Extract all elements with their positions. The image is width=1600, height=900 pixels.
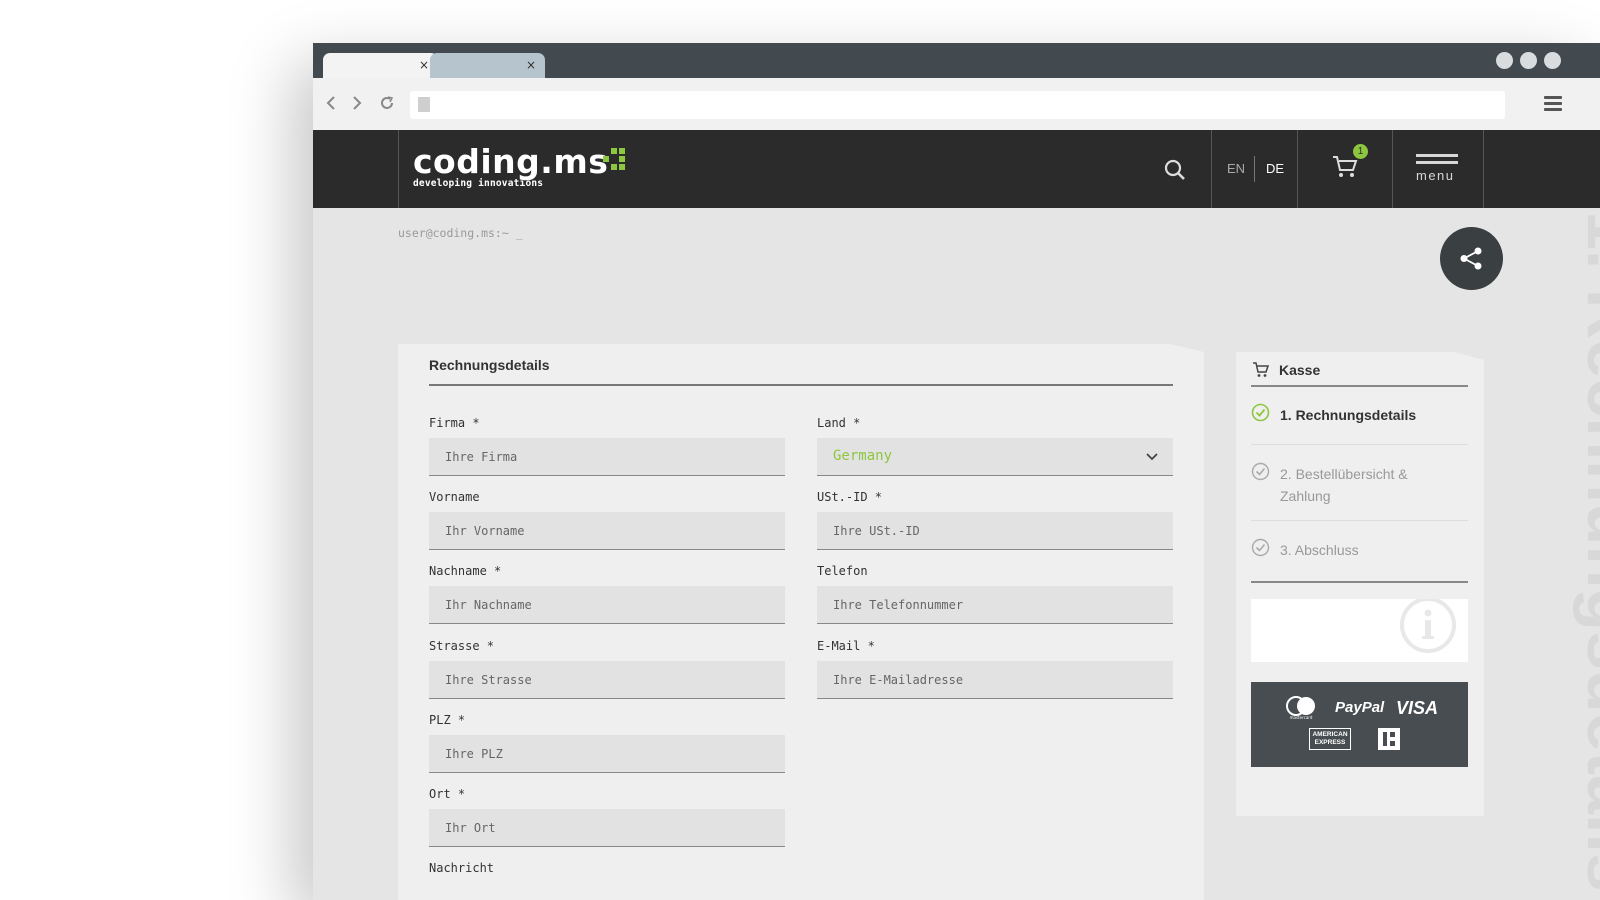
street-label: Strasse *	[429, 639, 495, 653]
company-input[interactable]	[429, 438, 785, 476]
info-icon	[1400, 599, 1456, 653]
phone-label: Telefon	[817, 564, 868, 578]
reload-icon[interactable]	[378, 94, 396, 112]
city-label: Ort *	[429, 787, 466, 801]
cart-icon[interactable]	[1331, 154, 1359, 180]
mastercard-logo: mastercard	[1286, 696, 1315, 720]
background-step-text: 1. Rechnungsdetails	[1573, 211, 1600, 892]
street-field: Strasse *	[429, 639, 785, 699]
company-field: Firma *	[429, 416, 785, 476]
checkout-title: Kasse	[1279, 362, 1321, 378]
phone-field: Telefon	[817, 564, 1173, 624]
browser-window: × × coding.ms developing innovations EN …	[313, 43, 1600, 900]
svg-text:mastercard: mastercard	[1290, 715, 1313, 720]
tab-close-icon[interactable]: ×	[419, 57, 429, 73]
message-field: Nachricht	[429, 861, 785, 877]
logo-text: coding.ms	[413, 142, 609, 181]
city-field: Ort *	[429, 787, 785, 847]
language-de-link[interactable]: DE	[1266, 161, 1284, 176]
terminal-prompt: user@coding.ms:~ _	[398, 226, 523, 240]
language-en-link[interactable]: EN	[1227, 161, 1245, 176]
lastname-input[interactable]	[429, 586, 785, 624]
forward-arrow-icon[interactable]	[348, 94, 366, 112]
checkout-step-label: 1. Rechnungsdetails	[1280, 407, 1417, 423]
zip-input[interactable]	[429, 735, 785, 773]
logo[interactable]: coding.ms developing innovations	[413, 142, 625, 189]
browser-tab[interactable]: ×	[430, 53, 545, 78]
check-circle-icon	[1251, 403, 1270, 422]
chevron-down-icon	[1146, 453, 1158, 461]
email-label: E-Mail *	[817, 639, 875, 653]
city-input[interactable]	[429, 809, 785, 847]
check-circle-icon	[1251, 538, 1270, 557]
tab-close-icon[interactable]: ×	[526, 57, 536, 73]
cart-icon	[1253, 362, 1270, 377]
back-arrow-icon[interactable]	[322, 94, 340, 112]
window-minimize-button[interactable]	[1496, 52, 1513, 69]
address-bar[interactable]	[410, 91, 1505, 119]
email-field: E-Mail *	[817, 639, 1173, 699]
amex-logo: AMERICAN EXPRESS	[1309, 728, 1351, 750]
share-icon	[1460, 247, 1482, 270]
vatid-input[interactable]	[817, 512, 1173, 550]
window-maximize-button[interactable]	[1520, 52, 1537, 69]
checkout-step-label: 3. Abschluss	[1280, 542, 1359, 558]
site-header: coding.ms developing innovations EN DE 1…	[313, 130, 1600, 208]
vatid-field: USt.-ID *	[817, 490, 1173, 550]
browser-toolbar	[313, 78, 1600, 130]
page-icon	[418, 97, 430, 112]
country-select[interactable]: Germany	[817, 438, 1173, 476]
message-label: Nachricht	[429, 861, 495, 875]
cart-count-badge: 1	[1353, 144, 1368, 159]
country-label: Land *	[817, 416, 861, 430]
zip-label: PLZ *	[429, 713, 466, 727]
browser-tab-bar: × ×	[313, 43, 1600, 78]
firstname-input[interactable]	[429, 512, 785, 550]
country-value: Germany	[833, 448, 893, 464]
menu-label: menu	[1416, 168, 1455, 183]
visa-logo: VISA	[1396, 698, 1439, 718]
street-input[interactable]	[429, 661, 785, 699]
browser-menu-icon[interactable]	[1544, 96, 1562, 111]
firstname-field: Vorname	[429, 490, 785, 550]
payment-methods: mastercard PayPal VISA AMERICAN EXPRESS	[1251, 682, 1468, 767]
billing-form: Rechnungsdetails Firma * Vorname Nachnam…	[398, 344, 1204, 900]
phone-input[interactable]	[817, 586, 1173, 624]
paypal-logo: PayPal	[1335, 699, 1385, 716]
firstname-label: Vorname	[429, 490, 480, 504]
browser-tab-active[interactable]: ×	[323, 53, 438, 78]
lastname-field: Nachname *	[429, 564, 785, 624]
country-field: Land * Germany	[817, 416, 1173, 476]
check-circle-icon	[1251, 462, 1270, 481]
menu-button[interactable]: menu	[1416, 154, 1458, 183]
checkout-step-label: 2. Bestellübersicht & Zahlung	[1280, 466, 1408, 504]
search-icon[interactable]	[1163, 158, 1187, 182]
logo-squares-icon	[603, 148, 625, 170]
vatid-label: USt.-ID *	[817, 490, 883, 504]
lastname-label: Nachname *	[429, 564, 502, 578]
email-input[interactable]	[817, 661, 1173, 699]
zip-field: PLZ *	[429, 713, 785, 773]
window-close-button[interactable]	[1544, 52, 1561, 69]
checkout-panel: Kasse 1. Rechnungsdetails 2. Bestellüber…	[1236, 352, 1484, 816]
info-box	[1251, 599, 1468, 662]
share-button[interactable]	[1440, 227, 1503, 290]
ec-card-logo	[1378, 728, 1400, 750]
form-title: Rechnungsdetails	[429, 357, 550, 373]
company-label: Firma *	[429, 416, 480, 430]
